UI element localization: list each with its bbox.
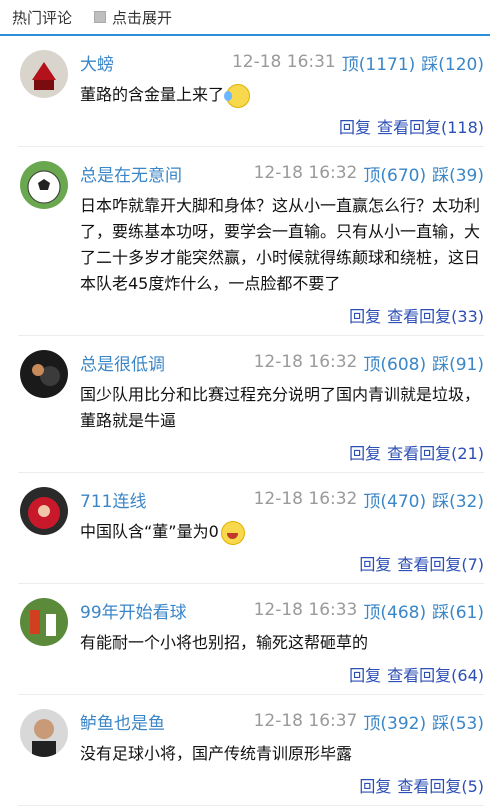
timestamp: 12-18 16:33 [253,600,358,620]
upvote-button[interactable]: 顶(468) [363,598,426,623]
comment-meta: 鲈鱼也是鱼 12-18 16:37 顶(392) 踩(53) [80,707,484,735]
comments-header: 热门评论 点击展开 [0,0,490,36]
downvote-button[interactable]: 踩(61) [432,598,484,623]
reply-button[interactable]: 回复 [349,307,381,326]
comment-text: 日本咋就靠开大脚和身体？这从小一直赢怎么行？太功利了，要练基本功呀，要学会一直输… [80,196,481,293]
timestamp: 12-18 16:37 [253,711,358,731]
comment-text: 中国队含“董”量为0 [80,519,484,545]
comment-meta: 总是在无意间 12-18 16:32 顶(670) 踩(39) [80,159,484,187]
comment-text: 国少队用比分和比赛过程充分说明了国内青训就是垃圾，董路就是牛逼 [80,385,481,430]
laughing-emoji-icon [220,520,245,545]
comment-text: 没有足球小将，国产传统青训原形毕露 [80,744,353,763]
downvote-button[interactable]: 踩(32) [432,487,484,512]
avatar[interactable] [20,487,68,535]
comment-actions: 回复 查看回复(64) [80,662,484,686]
reply-button[interactable]: 回复 [359,777,391,796]
comment-text-body: 中国队含“董”量为0 [80,522,219,541]
comment-item: 711连线 12-18 16:32 顶(470) 踩(32) 中国队含“董”量为… [18,473,484,584]
avatar[interactable] [20,50,68,98]
comment-meta: 大螃 12-18 16:31 顶(1171) 踩(120) [80,48,484,76]
username[interactable]: 总是很低调 [80,350,254,375]
downvote-button[interactable]: 踩(39) [432,161,484,186]
comment-actions: 回复 查看回复(5) [80,773,484,797]
view-replies-button[interactable]: 查看回复(64) [387,666,484,685]
username[interactable]: 总是在无意间 [80,161,254,186]
view-replies-button[interactable]: 查看回复(7) [397,555,484,574]
upvote-button[interactable]: 顶(608) [363,350,426,375]
avatar[interactable] [20,161,68,209]
comment-list: 大螃 12-18 16:31 顶(1171) 踩(120) 董路的含金量上来了 … [0,36,490,806]
upvote-button[interactable]: 顶(1171) [342,50,416,75]
username[interactable]: 99年开始看球 [80,598,254,623]
username[interactable]: 大螃 [80,50,232,75]
view-replies-button[interactable]: 查看回复(118) [377,118,484,137]
comment-actions: 回复 查看回复(7) [80,551,484,575]
username[interactable]: 鲈鱼也是鱼 [80,709,254,734]
expand-checkbox-icon[interactable] [94,11,107,23]
comment-text-body: 董路的含金量上来了 [80,85,225,104]
comment-item: 总是在无意间 12-18 16:32 顶(670) 踩(39) 日本咋就靠开大脚… [18,147,484,336]
upvote-button[interactable]: 顶(470) [363,487,426,512]
comment-text: 董路的含金量上来了 [80,82,484,108]
avatar[interactable] [20,350,68,398]
avatar[interactable] [20,709,68,757]
reply-button[interactable]: 回复 [359,555,391,574]
comment-item: 鲈鱼也是鱼 12-18 16:37 顶(392) 踩(53) 没有足球小将，国产… [18,695,484,806]
upvote-button[interactable]: 顶(670) [363,161,426,186]
timestamp: 12-18 16:31 [231,52,336,72]
view-replies-button[interactable]: 查看回复(5) [397,777,484,796]
expand-toggle[interactable]: 点击展开 [94,7,172,28]
comment-actions: 回复 查看回复(118) [80,114,484,138]
downvote-button[interactable]: 踩(53) [432,709,484,734]
timestamp: 12-18 16:32 [253,163,358,183]
comment-item: 总是很低调 12-18 16:32 顶(608) 踩(91) 国少队用比分和比赛… [18,336,484,473]
comment-item: 大螃 12-18 16:31 顶(1171) 踩(120) 董路的含金量上来了 … [18,36,484,147]
upvote-button[interactable]: 顶(392) [363,709,426,734]
comment-meta: 99年开始看球 12-18 16:33 顶(468) 踩(61) [80,596,484,624]
username[interactable]: 711连线 [80,487,254,512]
avatar[interactable] [20,598,68,646]
view-replies-button[interactable]: 查看回复(33) [387,307,484,326]
downvote-button[interactable]: 踩(91) [432,350,484,375]
comment-item: 99年开始看球 12-18 16:33 顶(468) 踩(61) 有能耐一个小将… [18,584,484,695]
comment-meta: 总是很低调 12-18 16:32 顶(608) 踩(91) [80,348,484,376]
reply-button[interactable]: 回复 [339,118,371,137]
comment-text: 有能耐一个小将也别招，输死这帮砸草的 [80,633,369,652]
expand-label[interactable]: 点击展开 [112,7,172,28]
view-replies-button[interactable]: 查看回复(21) [387,444,484,463]
reply-button[interactable]: 回复 [349,444,381,463]
hot-comments-title: 热门评论 [12,8,73,27]
comment-actions: 回复 查看回复(33) [80,303,484,327]
downvote-button[interactable]: 踩(120) [421,50,484,75]
timestamp: 12-18 16:32 [253,352,358,372]
timestamp: 12-18 16:32 [253,489,358,509]
comment-actions: 回复 查看回复(21) [80,440,484,464]
comment-meta: 711连线 12-18 16:32 顶(470) 踩(32) [80,485,484,513]
sweat-smile-emoji-icon [224,83,251,108]
reply-button[interactable]: 回复 [349,666,381,685]
